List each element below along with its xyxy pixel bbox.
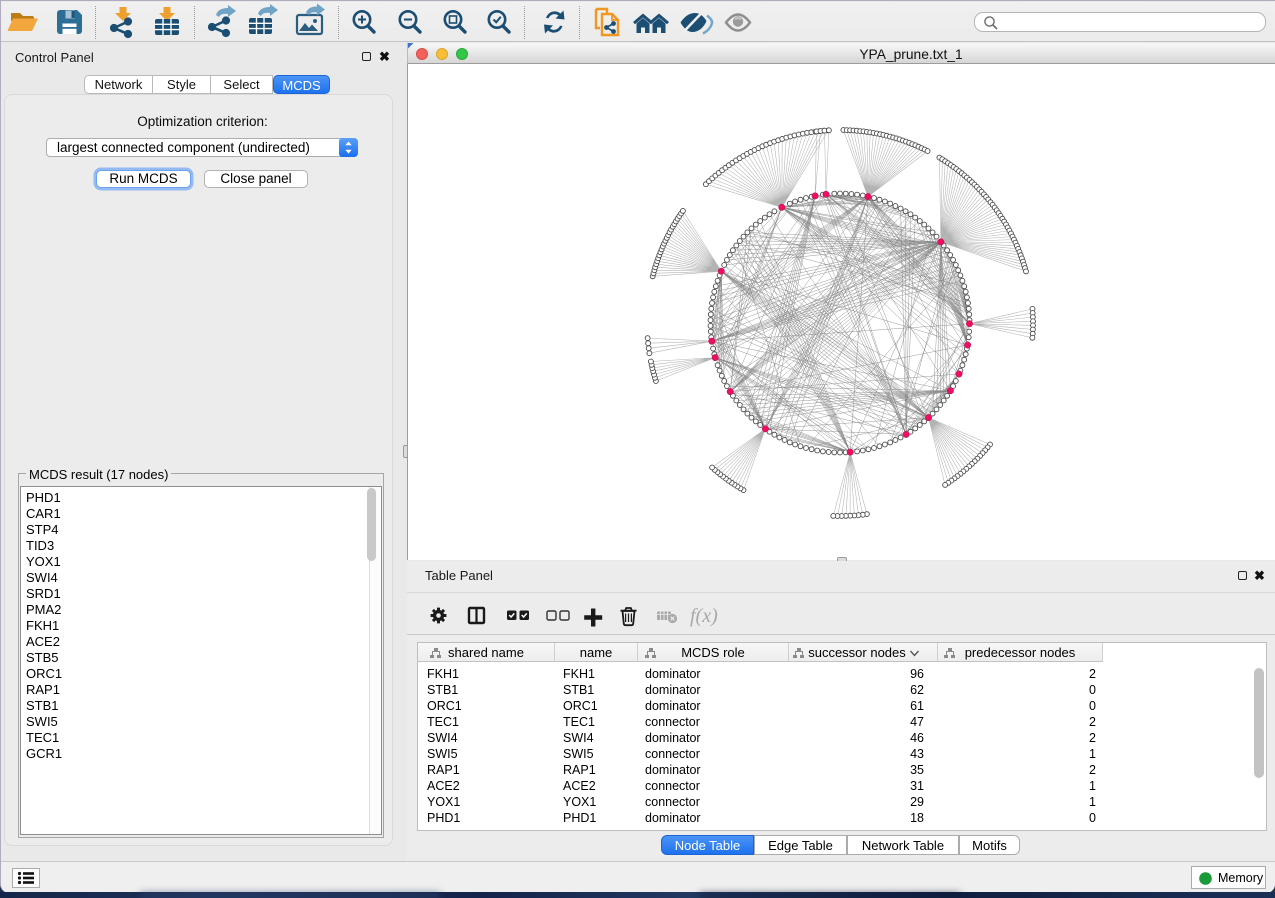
svg-text:f(x): f(x) — [690, 605, 718, 627]
